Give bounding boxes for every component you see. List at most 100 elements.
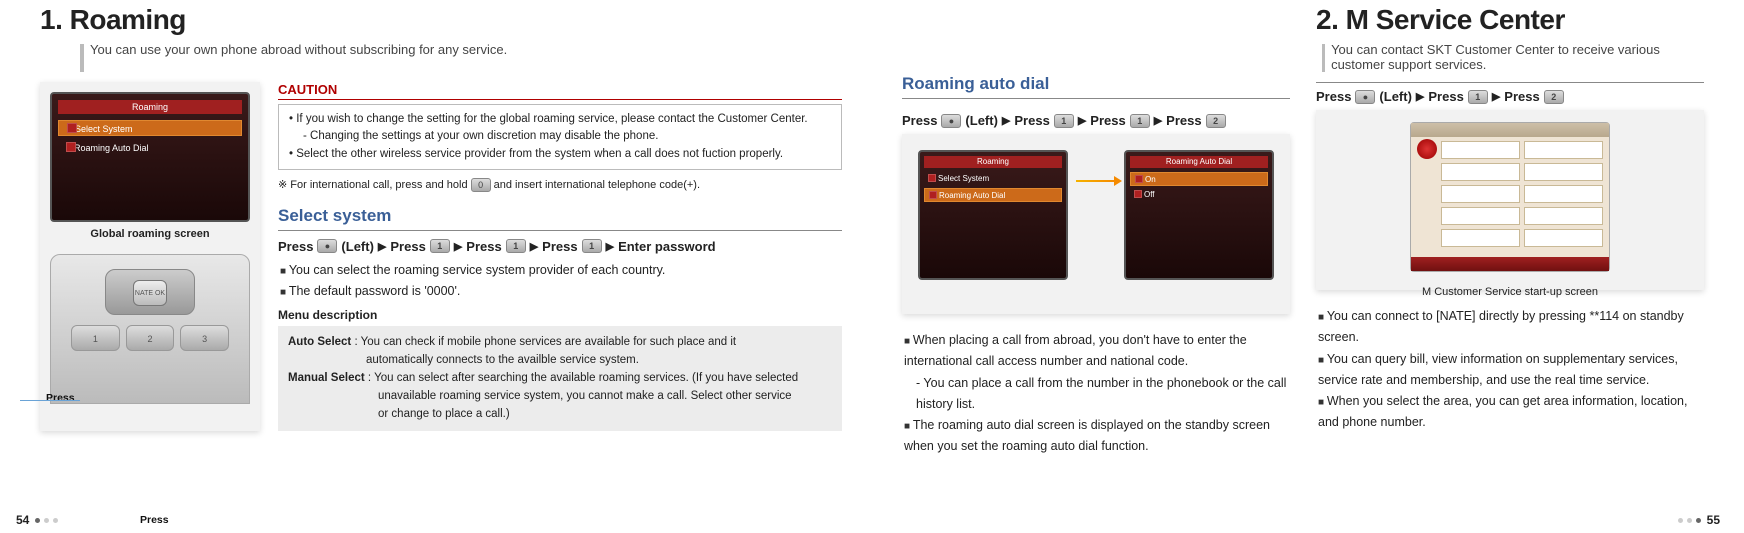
ms-bullet-3: When you select the area, you can get ar…	[1318, 391, 1704, 434]
ms-bullet-1: You can connect to [NATE] directly by pr…	[1318, 306, 1704, 349]
caution-heading: CAUTION	[278, 82, 842, 100]
radio-icon	[1135, 175, 1143, 183]
key-2-icon: 2	[1544, 90, 1564, 104]
lead-text: You can use your own phone abroad withou…	[90, 42, 507, 57]
key-2-icon: 2	[1206, 114, 1226, 128]
mini2-row2: Off	[1130, 188, 1268, 202]
mini1-row1: Select System	[924, 172, 1062, 186]
mini1-row2-label: Roaming Auto Dial	[939, 191, 1005, 200]
page-right: Roaming auto dial Press ● (Left) ▶ Press…	[872, 0, 1744, 533]
bullet-1: You can select the roaming service syste…	[280, 260, 842, 281]
seq-word-press: Press	[1504, 89, 1539, 104]
page-spread: 1. Roaming You can use your own phone ab…	[0, 0, 1744, 533]
arrow-icon: ▶	[606, 240, 614, 253]
arrow-icon: ▶	[530, 240, 538, 253]
lead-bar-icon	[80, 44, 84, 72]
arrow-icon: ▶	[454, 240, 462, 253]
page-dots-icon	[1678, 518, 1701, 523]
manual-select-row: Manual Select : You can select after sea…	[288, 370, 832, 388]
arrow-right-icon	[1076, 180, 1116, 182]
lead-m-service: You can contact SKT Customer Center to r…	[1322, 42, 1704, 72]
mini2-row1-label: On	[1145, 175, 1156, 184]
m-service-sequence: Press ● (Left) ▶ Press 1 ▶ Press 2	[1316, 82, 1704, 104]
seq-word-press: Press	[1166, 113, 1201, 128]
phone-row1-label: Select System	[75, 124, 133, 134]
seq-word-press: Press	[278, 239, 313, 254]
key-1: 1	[71, 325, 120, 351]
left-columns: Roaming Select System Roaming Auto Dial …	[40, 82, 842, 431]
phone-row2-label: Roaming Auto Dial	[74, 143, 149, 153]
menu-icon	[928, 174, 936, 182]
auto-select-label: Auto Select	[288, 336, 351, 348]
phone-illustration: Roaming Select System Roaming Auto Dial …	[40, 82, 260, 431]
seq-word-press: Press	[1090, 113, 1125, 128]
note-suffix: and insert international telephone code(…	[494, 179, 700, 191]
soft-key-icon: ●	[1355, 90, 1375, 104]
seq-word-press: Press	[542, 239, 577, 254]
caution-item-1: If you wish to change the setting for th…	[289, 111, 831, 128]
press-label-bottom: Press	[140, 514, 169, 526]
key-1-icon: 1	[582, 239, 602, 253]
caution-item-2: Select the other wireless service provid…	[289, 146, 831, 163]
lead-bar-icon	[1322, 44, 1325, 72]
zero-key-icon: 0	[471, 178, 491, 192]
grid-cell	[1524, 185, 1603, 203]
arrow-icon: ▶	[1002, 114, 1010, 127]
m-service-bullets: You can connect to [NATE] directly by pr…	[1318, 306, 1704, 434]
mini1-row1-label: Select System	[938, 174, 989, 183]
auto-text-a: : You can check if mobile phone services…	[354, 336, 736, 348]
grid-cell	[1524, 207, 1603, 225]
menu-icon	[929, 191, 937, 199]
page-num-value: 54	[16, 513, 29, 527]
arrow-icon: ▶	[1416, 90, 1424, 103]
grid-cell	[1441, 141, 1520, 159]
arrow-icon: ▶	[1078, 114, 1086, 127]
page-number-right: 55	[1678, 513, 1720, 527]
manual-text-b: unavailable roaming service system, you …	[288, 388, 832, 406]
select-system-heading: Select system	[278, 206, 842, 231]
roaming-auto-dial-section: Roaming auto dial Press ● (Left) ▶ Press…	[902, 64, 1290, 458]
m-service-screenshot: M Customer Service start-up screen	[1316, 110, 1704, 290]
note-prefix: ※ For international call, press and hold	[278, 178, 468, 191]
key-3: 3	[180, 325, 229, 351]
ad-bullet-1: When placing a call from abroad, you don…	[904, 330, 1290, 415]
page-num-value: 55	[1707, 513, 1720, 527]
left-main-column: CAUTION If you wish to change the settin…	[278, 82, 842, 431]
seq-word-press: Press	[1428, 89, 1463, 104]
auto-text-b: automatically connects to the availble s…	[288, 352, 832, 370]
grid-cell	[1524, 141, 1603, 159]
menu-icon	[66, 142, 76, 152]
grid-cell	[1441, 207, 1520, 225]
ad-bullet-1-sub: You can place a call from the number in …	[916, 376, 1286, 411]
key-2: 2	[126, 325, 175, 351]
seq-word-press: Press	[466, 239, 501, 254]
auto-dial-screenshots: Roaming Select System Roaming Auto Dial …	[902, 134, 1290, 314]
mini2-title: Roaming Auto Dial	[1130, 156, 1268, 168]
key-1-icon: 1	[430, 239, 450, 253]
skt-logo-icon	[1417, 139, 1437, 159]
manual-select-label: Manual Select	[288, 372, 365, 384]
page-number-left: 54	[16, 513, 58, 527]
lead-roaming: You can use your own phone abroad withou…	[80, 42, 842, 72]
grid-cell	[1441, 163, 1520, 181]
auto-select-row: Auto Select : You can check if mobile ph…	[288, 334, 832, 352]
phone-menu-auto-dial: Roaming Auto Dial	[58, 140, 242, 156]
seq-word-press: Press	[902, 113, 937, 128]
page-left: 1. Roaming You can use your own phone ab…	[0, 0, 872, 533]
menu-icon	[67, 123, 77, 133]
key-1-icon: 1	[1054, 114, 1074, 128]
screenshot-auto-dial: Roaming Auto Dial On Off	[1124, 150, 1274, 280]
phone-caption: Global roaming screen	[50, 228, 250, 240]
select-system-sequence: Press ● (Left) ▶ Press 1 ▶ Press 1 ▶ Pre…	[278, 239, 842, 254]
roaming-auto-dial-heading: Roaming auto dial	[902, 74, 1290, 99]
menu-description-box: Auto Select : You can check if mobile ph…	[278, 326, 842, 431]
m-service-center-section: 2. M Service Center You can contact SKT …	[1316, 0, 1704, 458]
seq-left: (Left)	[1379, 89, 1412, 104]
nav-wheel: NATE OK	[105, 269, 195, 315]
arrow-icon: ▶	[1154, 114, 1162, 127]
seq-left: (Left)	[341, 239, 374, 254]
caution-subitem: - Changing the settings at your own disc…	[289, 128, 831, 145]
key-1-icon: 1	[1130, 114, 1150, 128]
ms-bullet-2: You can query bill, view information on …	[1318, 349, 1704, 392]
page-dots-icon	[35, 518, 58, 523]
